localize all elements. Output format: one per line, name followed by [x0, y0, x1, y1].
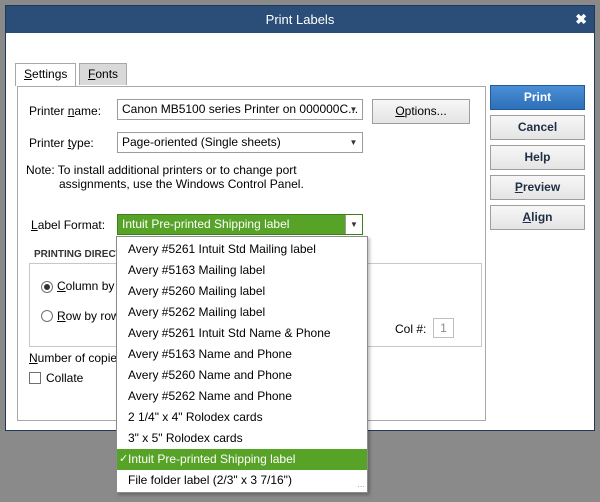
- printer-type-label: Printer type:: [29, 136, 94, 150]
- collate-checkbox[interactable]: [29, 372, 41, 384]
- print-button[interactable]: Print: [490, 85, 585, 110]
- resize-grip-icon[interactable]: ⋯: [357, 482, 365, 491]
- preview-button[interactable]: Preview: [490, 175, 585, 200]
- row-by-row-radio[interactable]: [41, 310, 53, 322]
- row-by-row-label: Row by row: [57, 309, 120, 323]
- close-icon[interactable]: ✖: [575, 6, 587, 33]
- column-by-column-radio[interactable]: [41, 281, 53, 293]
- cancel-button[interactable]: Cancel: [490, 115, 585, 140]
- tab-settings[interactable]: Settings: [15, 63, 77, 86]
- options-button[interactable]: Options...: [372, 99, 470, 124]
- label-format-select[interactable]: Intuit Pre-printed Shipping label ▼: [117, 214, 363, 235]
- align-button[interactable]: Align: [490, 205, 585, 230]
- printer-type-select[interactable]: Page-oriented (Single sheets) ▼: [117, 132, 363, 153]
- label-format-label: Label Format:: [31, 218, 106, 232]
- dropdown-option[interactable]: Avery #5261 Intuit Std Mailing label: [117, 239, 367, 260]
- note-line-1: Note: To install additional printers or …: [26, 163, 297, 177]
- number-of-copies-label: Number of copies: [29, 351, 124, 365]
- dropdown-option[interactable]: Avery #5262 Name and Phone: [117, 386, 367, 407]
- checkmark-icon: ✓: [119, 453, 129, 465]
- tab-fonts[interactable]: Fonts: [79, 63, 128, 85]
- column-by-column-label: Column by c: [57, 279, 124, 293]
- dropdown-option[interactable]: File folder label (2/3" x 3 7/16"): [117, 470, 367, 491]
- dropdown-option[interactable]: 3" x 5" Rolodex cards: [117, 428, 367, 449]
- dropdown-option[interactable]: 2 1/4" x 4" Rolodex cards: [117, 407, 367, 428]
- printer-name-label: Printer name:: [29, 104, 102, 118]
- label-format-dropdown-list: Avery #5261 Intuit Std Mailing label Ave…: [116, 236, 368, 493]
- dropdown-option[interactable]: Avery #5261 Intuit Std Name & Phone: [117, 323, 367, 344]
- dropdown-option-selected[interactable]: ✓ Intuit Pre-printed Shipping label: [117, 449, 367, 470]
- chevron-down-icon: ▼: [349, 138, 358, 147]
- collate-label: Collate: [46, 371, 84, 385]
- chevron-down-icon: ▼: [345, 215, 362, 234]
- dropdown-option[interactable]: Avery #5163 Mailing label: [117, 260, 367, 281]
- title-bar: Print Labels ✖: [6, 6, 594, 33]
- printing-direction-title: PRINTING DIRECTI: [34, 249, 125, 260]
- col-number-label: Col #:: [395, 322, 427, 336]
- dropdown-option[interactable]: Avery #5163 Name and Phone: [117, 344, 367, 365]
- window-title: Print Labels: [265, 12, 335, 27]
- dropdown-option[interactable]: Avery #5262 Mailing label: [117, 302, 367, 323]
- help-button[interactable]: Help: [490, 145, 585, 170]
- col-number-input[interactable]: 1: [433, 318, 454, 338]
- dropdown-option[interactable]: Avery #5260 Mailing label: [117, 281, 367, 302]
- printer-name-select[interactable]: Canon MB5100 series Printer on 000000C..…: [117, 99, 363, 120]
- dropdown-option[interactable]: Avery #5260 Name and Phone: [117, 365, 367, 386]
- note-line-2: assignments, use the Windows Control Pan…: [59, 177, 304, 191]
- chevron-down-icon: ▼: [349, 105, 358, 114]
